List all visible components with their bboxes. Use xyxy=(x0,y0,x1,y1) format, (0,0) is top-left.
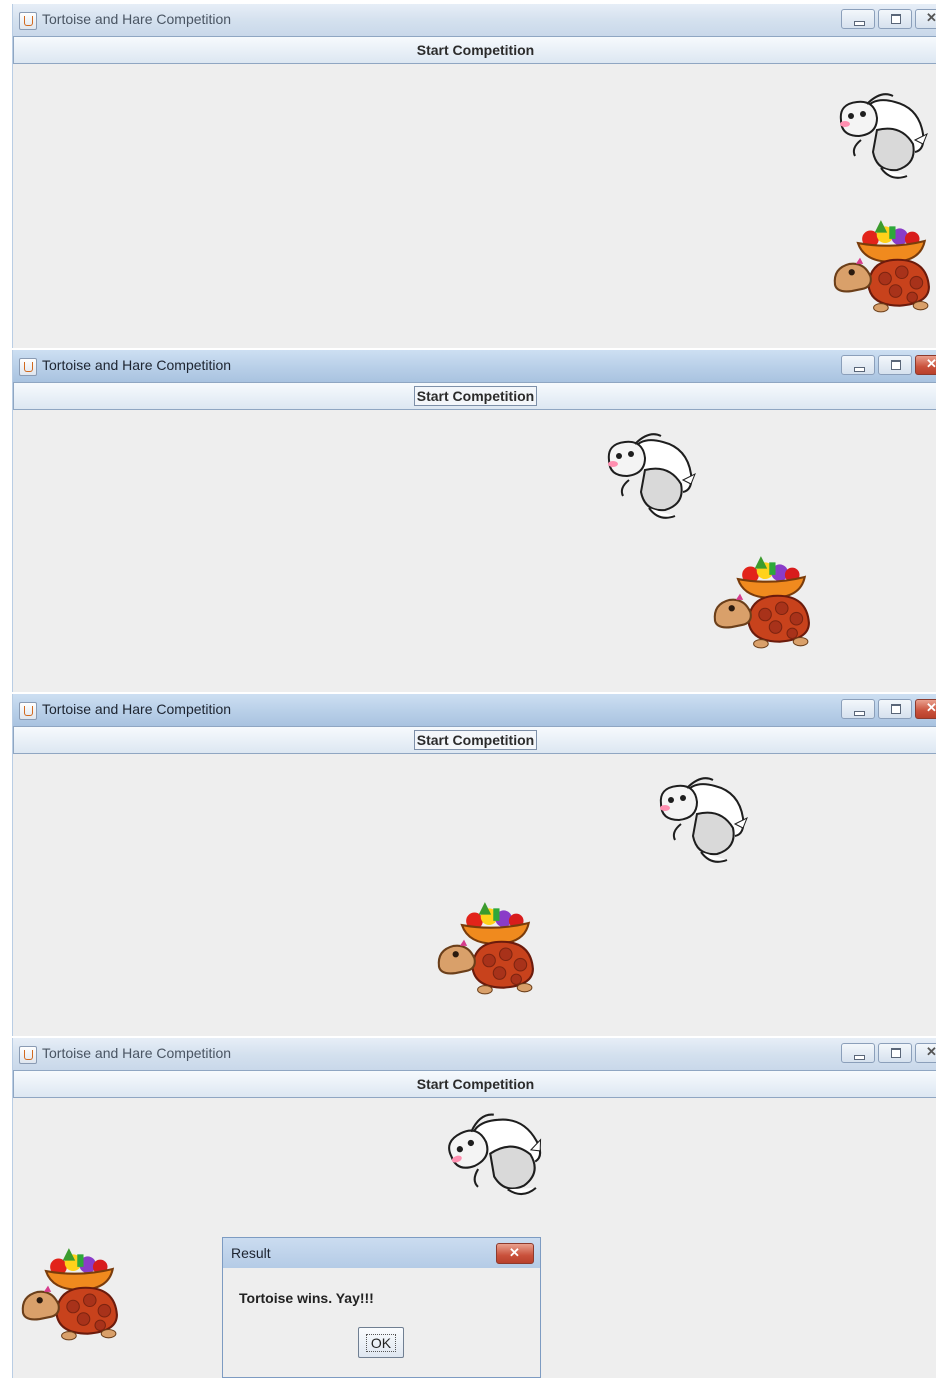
result-dialog: Result ✕ Tortoise wins. Yay!!! OK xyxy=(222,1237,541,1378)
close-button[interactable]: ✕ xyxy=(915,1043,936,1063)
minimize-button[interactable] xyxy=(841,355,875,375)
maximize-button[interactable] xyxy=(878,355,912,375)
dialog-title: Result xyxy=(231,1245,271,1261)
hare-sprite xyxy=(659,777,748,863)
tortoise-sprite xyxy=(437,901,534,995)
start-competition-button[interactable]: Start Competition xyxy=(13,382,936,410)
close-button[interactable]: ✕ xyxy=(915,355,936,375)
minimize-icon xyxy=(854,711,865,716)
title-bar[interactable]: Tortoise and Hare Competition ✕ xyxy=(13,1038,936,1070)
window-title: Tortoise and Hare Competition xyxy=(42,701,232,717)
window-title: Tortoise and Hare Competition xyxy=(42,1045,232,1061)
close-icon: ✕ xyxy=(926,10,936,25)
close-icon: ✕ xyxy=(509,1245,520,1260)
hare-sprite xyxy=(440,1099,558,1215)
java-app-icon xyxy=(19,1046,37,1064)
race-window-frame-1: Tortoise and Hare Competition ✕ Start Co… xyxy=(12,4,936,348)
start-competition-button[interactable]: Start Competition xyxy=(13,36,936,64)
maximize-icon xyxy=(891,1048,901,1058)
close-button[interactable]: ✕ xyxy=(915,9,936,29)
java-app-icon xyxy=(19,702,37,720)
start-competition-button[interactable]: Start Competition xyxy=(13,726,936,754)
minimize-button[interactable] xyxy=(841,1043,875,1063)
start-competition-label: Start Competition xyxy=(416,1076,535,1092)
title-bar[interactable]: Tortoise and Hare Competition ✕ xyxy=(13,4,936,36)
window-controls: ✕ xyxy=(841,355,936,375)
result-message: Tortoise wins. Yay!!! xyxy=(239,1290,374,1306)
maximize-icon xyxy=(891,360,901,370)
start-competition-label: Start Competition xyxy=(413,386,538,406)
window-controls: ✕ xyxy=(841,699,936,719)
race-window-frame-2: Tortoise and Hare Competition ✕ Start Co… xyxy=(12,350,936,692)
maximize-button[interactable] xyxy=(878,1043,912,1063)
minimize-icon xyxy=(854,367,865,372)
maximize-button[interactable] xyxy=(878,699,912,719)
title-bar[interactable]: Tortoise and Hare Competition ✕ xyxy=(13,350,936,382)
window-controls: ✕ xyxy=(841,1043,936,1063)
hare-sprite xyxy=(839,93,928,179)
close-button[interactable]: ✕ xyxy=(915,699,936,719)
start-competition-label: Start Competition xyxy=(416,42,535,58)
tortoise-sprite xyxy=(833,219,930,313)
hare-sprite xyxy=(607,433,696,519)
start-competition-button[interactable]: Start Competition xyxy=(13,1070,936,1098)
title-bar[interactable]: Tortoise and Hare Competition ✕ xyxy=(13,694,936,726)
maximize-button[interactable] xyxy=(878,9,912,29)
java-app-icon xyxy=(19,358,37,376)
maximize-icon xyxy=(891,14,901,24)
minimize-icon xyxy=(854,21,865,26)
ok-button[interactable]: OK xyxy=(358,1327,404,1358)
minimize-button[interactable] xyxy=(841,9,875,29)
tortoise-sprite xyxy=(21,1247,118,1341)
maximize-icon xyxy=(891,704,901,714)
minimize-icon xyxy=(854,1055,865,1060)
dialog-title-bar[interactable]: Result ✕ xyxy=(223,1238,540,1268)
close-icon: ✕ xyxy=(926,1044,936,1059)
window-title: Tortoise and Hare Competition xyxy=(42,357,232,373)
window-title: Tortoise and Hare Competition xyxy=(42,11,232,27)
window-controls: ✕ xyxy=(841,9,936,29)
ok-label: OK xyxy=(365,1333,397,1352)
close-icon: ✕ xyxy=(926,700,936,715)
dialog-close-button[interactable]: ✕ xyxy=(496,1243,534,1264)
start-competition-label: Start Competition xyxy=(413,730,538,750)
java-app-icon xyxy=(19,12,37,30)
minimize-button[interactable] xyxy=(841,699,875,719)
tortoise-sprite xyxy=(713,555,810,649)
close-icon: ✕ xyxy=(926,356,936,371)
race-window-frame-3: Tortoise and Hare Competition ✕ Start Co… xyxy=(12,694,936,1036)
